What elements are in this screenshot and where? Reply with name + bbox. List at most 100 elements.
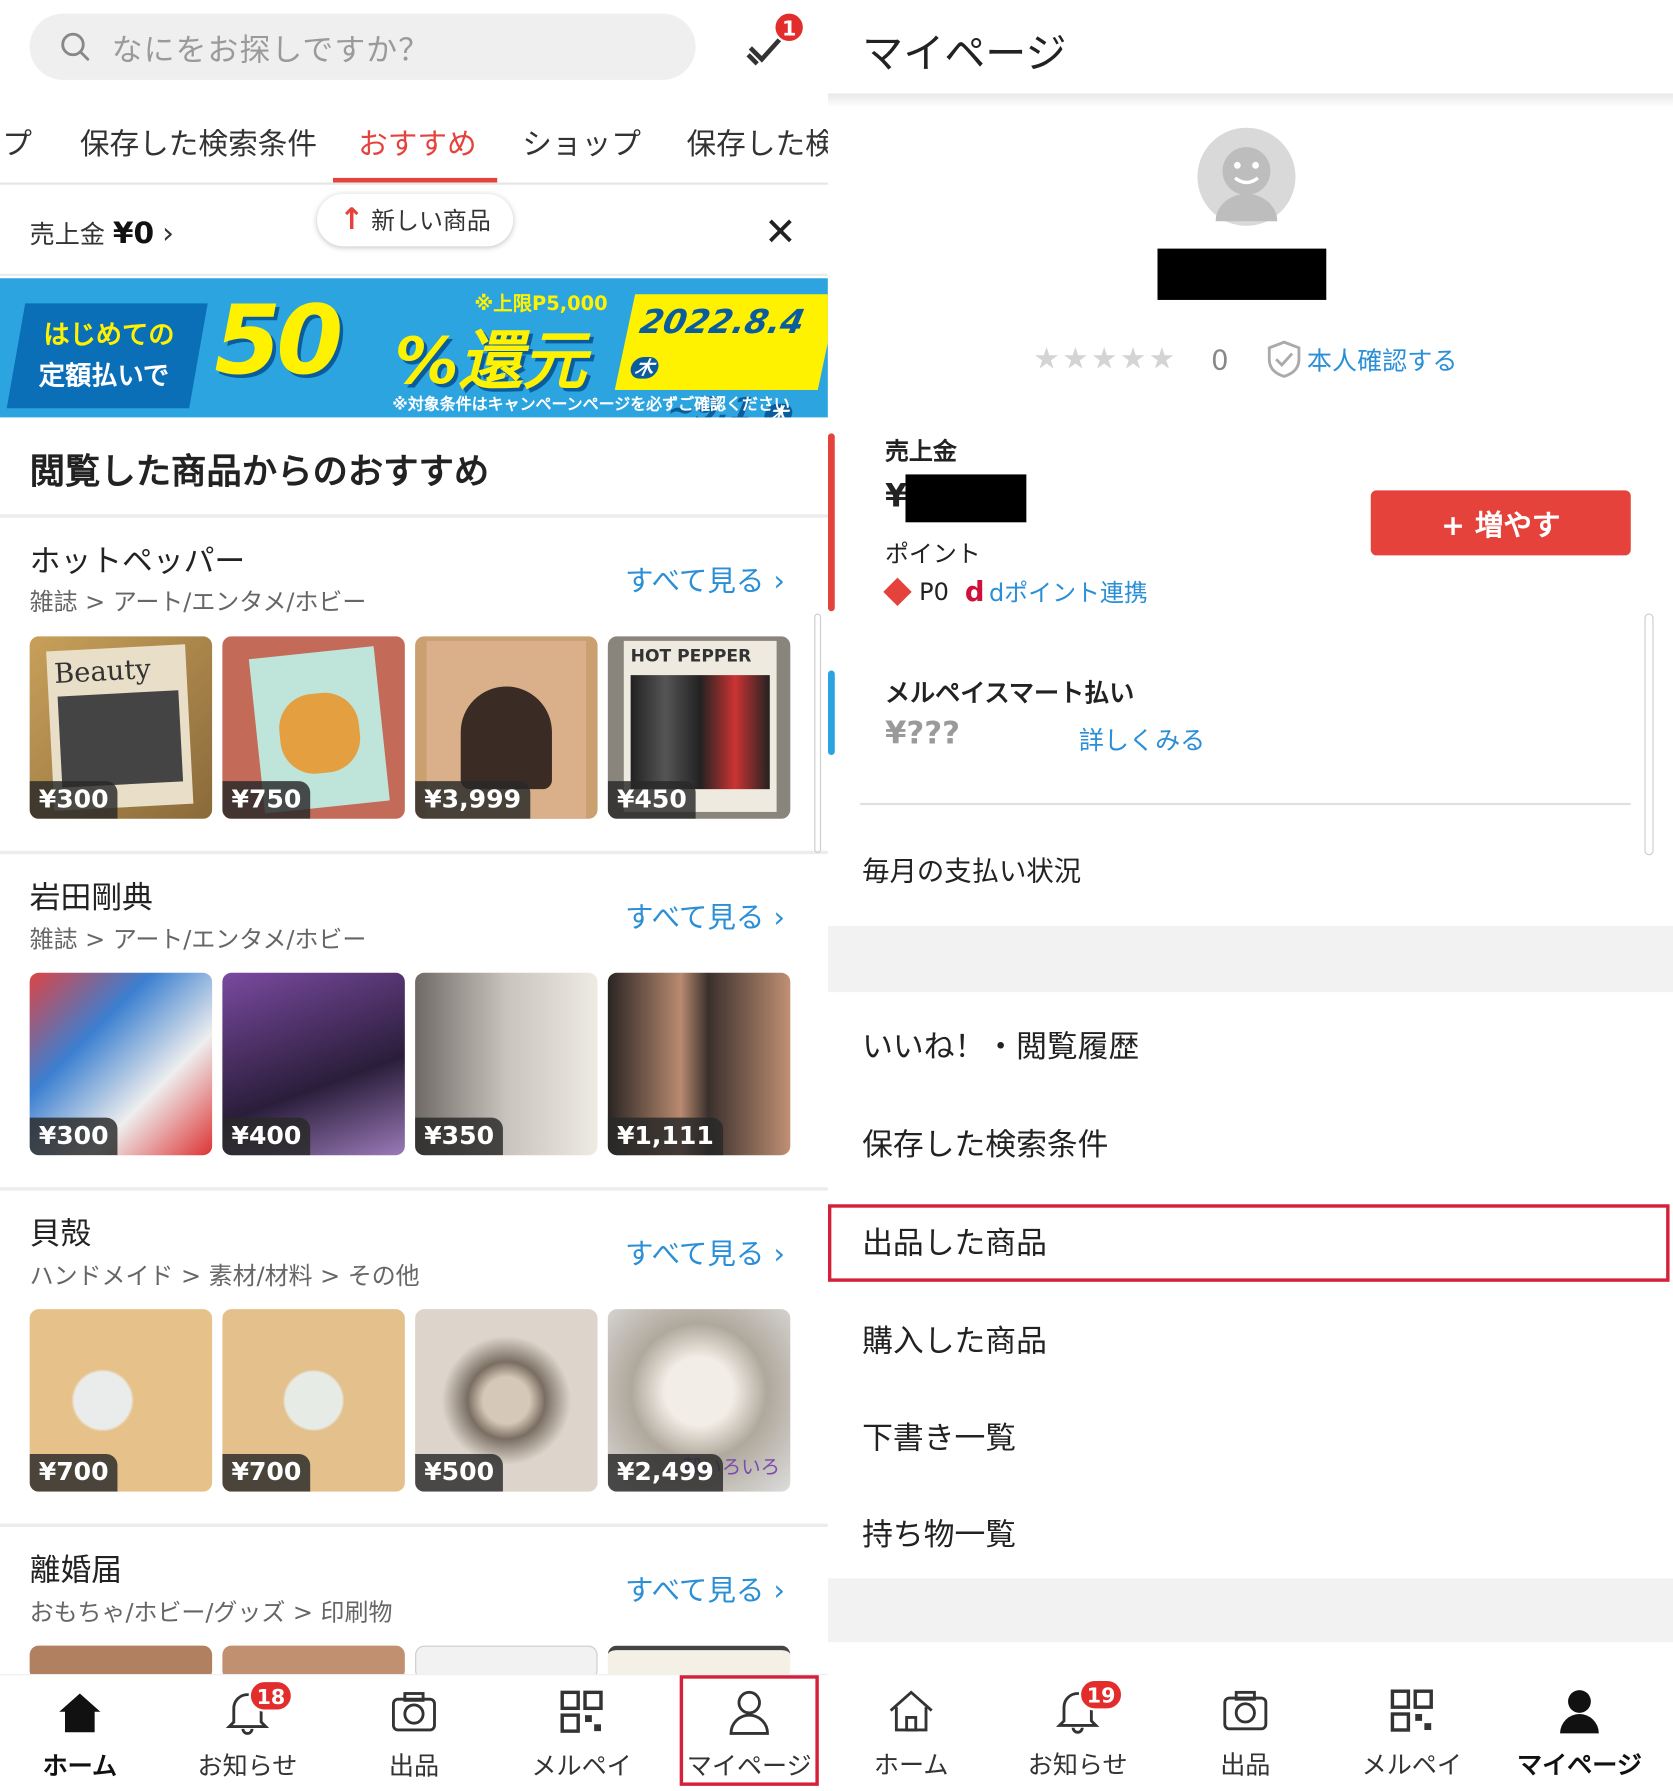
section-divider bbox=[0, 850, 828, 855]
nav-label: メルペイ bbox=[1361, 1751, 1462, 1781]
tab-recommended[interactable]: おすすめ bbox=[358, 121, 477, 163]
see-all-label: すべて見る bbox=[624, 564, 765, 598]
new-items-pill[interactable]: ↑ 新しい商品 bbox=[317, 193, 514, 247]
points-row: P0 d dポイント連携 bbox=[883, 575, 1148, 609]
menu-likes-history[interactable]: いいね！・閲覧履歴 bbox=[862, 1022, 1139, 1066]
nav-notifications[interactable]: 19 お知らせ bbox=[1004, 1678, 1152, 1781]
menu-purchased-items[interactable]: 購入した商品 bbox=[862, 1316, 1047, 1360]
points-label: ポイント bbox=[884, 540, 981, 568]
menu-belongings[interactable]: 持ち物一覧 bbox=[862, 1510, 1016, 1554]
price-tag: ¥700 bbox=[222, 1454, 311, 1492]
product-thumb[interactable]: ¥350 bbox=[415, 972, 598, 1156]
sales-label: 売上金 bbox=[29, 221, 105, 250]
price-tag: ¥700 bbox=[29, 1454, 118, 1492]
nav-label: ホーム bbox=[873, 1751, 949, 1781]
tab-saved-partial[interactable]: 保存した検 bbox=[687, 121, 828, 163]
banner-date: 2022.8.4 木 ~9.1 木 bbox=[614, 294, 828, 418]
nav-home[interactable]: ホーム bbox=[837, 1683, 985, 1781]
notification-badge: 18 bbox=[248, 1679, 294, 1712]
sales-card-accent bbox=[827, 433, 835, 612]
nav-mypage[interactable]: マイページ bbox=[1505, 1683, 1653, 1781]
todo-button[interactable]: 1 bbox=[744, 11, 806, 71]
banner-suffix: %還元 bbox=[394, 325, 587, 400]
price-tag: ¥3,999 bbox=[415, 781, 531, 819]
chevron-right-icon: › bbox=[162, 216, 175, 251]
search-bar[interactable]: なにをお探しですか？ bbox=[29, 13, 696, 80]
home-icon bbox=[889, 1690, 933, 1732]
product-thumb[interactable]: ¥700 bbox=[222, 1309, 405, 1492]
product-thumb[interactable]: 殻いろいろ ¥2,499 bbox=[607, 1309, 791, 1492]
close-icon[interactable]: ✕ bbox=[764, 210, 797, 256]
camera-icon bbox=[392, 1692, 436, 1732]
nav-sell[interactable]: 出品 bbox=[340, 1684, 488, 1782]
nav-notifications[interactable]: 18 お知らせ bbox=[173, 1679, 321, 1782]
nav-label: お知らせ bbox=[197, 1752, 298, 1782]
price-tag: ¥400 bbox=[222, 1117, 311, 1156]
menu-saved-search[interactable]: 保存した検索条件 bbox=[862, 1120, 1108, 1164]
product-thumb[interactable]: ¥700 bbox=[29, 1309, 213, 1492]
banner-date-start: 2022.8.4 bbox=[636, 302, 809, 341]
tab-shop[interactable]: ショップ bbox=[522, 121, 641, 163]
see-all-label: すべて見る bbox=[624, 1573, 765, 1607]
shield-check-icon bbox=[1267, 340, 1301, 378]
section-name: 岩田剛典 bbox=[29, 880, 153, 916]
product-thumb[interactable]: HOT PEPPER ¥450 bbox=[607, 636, 791, 819]
smiley-icon bbox=[1215, 147, 1278, 222]
chevron-right-icon: › bbox=[773, 564, 785, 598]
smartpay-label: メルペイスマート払い bbox=[884, 679, 1135, 709]
dpoint-link[interactable]: dポイント連携 bbox=[989, 575, 1148, 609]
smartpay-accent bbox=[827, 670, 835, 755]
see-all-link[interactable]: すべて見る › bbox=[625, 559, 785, 600]
product-thumb[interactable]: ¥1,111 bbox=[607, 972, 791, 1156]
avatar[interactable] bbox=[1197, 127, 1296, 226]
price-tag: ¥500 bbox=[415, 1454, 504, 1492]
banner-day-1: 木 bbox=[628, 356, 661, 379]
see-all-label: すべて見る bbox=[624, 900, 765, 934]
product-thumb[interactable]: Beauty ¥300 bbox=[29, 636, 213, 819]
banner-big-number: 50 bbox=[214, 283, 343, 396]
detail-link[interactable]: 詳しくみる bbox=[1079, 721, 1205, 757]
price-tag: ¥350 bbox=[415, 1117, 504, 1156]
price-tag: ¥750 bbox=[222, 781, 311, 819]
section-category: おもちゃ/ホビー/グッズ > 印刷物 bbox=[29, 1598, 393, 1627]
tab-partial-left[interactable]: プ bbox=[2, 121, 32, 163]
product-thumb[interactable]: ¥400 bbox=[222, 972, 405, 1156]
campaign-banner[interactable]: はじめての 定額払いで 50 %還元 ※上限P5,000 2022.8.4 木 … bbox=[0, 278, 828, 418]
nav-label: ホーム bbox=[42, 1752, 118, 1782]
product-thumb[interactable]: ¥500 bbox=[415, 1309, 598, 1492]
menu-drafts[interactable]: 下書き一覧 bbox=[862, 1413, 1016, 1457]
increase-button[interactable]: + 増やす bbox=[1370, 490, 1631, 556]
active-tab-indicator bbox=[332, 177, 498, 183]
tab-bar: プ 保存した検索条件 おすすめ ショップ 保存した検 bbox=[0, 105, 828, 185]
sales-value: ¥0 bbox=[112, 216, 155, 251]
right-screen: マイページ ★★★★★ 0 本人確認する 売上金 ¥ + 増やす ポイント P0… bbox=[827, 0, 1673, 1789]
nav-merpay[interactable]: メルペイ bbox=[1338, 1683, 1486, 1781]
chevron-right-icon: › bbox=[773, 1573, 785, 1607]
product-thumb[interactable]: ¥300 bbox=[29, 972, 213, 1156]
see-all-link[interactable]: すべて見る › bbox=[625, 1568, 785, 1609]
search-placeholder: なにをお探しですか？ bbox=[111, 32, 431, 68]
monthly-payment-link[interactable]: 毎月の支払い状況 bbox=[862, 848, 1081, 888]
verify-identity-link[interactable]: 本人確認する bbox=[1266, 340, 1457, 379]
see-all-link[interactable]: すべて見る › bbox=[625, 1232, 785, 1273]
scrollbar[interactable] bbox=[1644, 613, 1654, 856]
todo-badge: 1 bbox=[773, 11, 806, 44]
nav-label: メルペイ bbox=[531, 1752, 632, 1782]
product-thumb[interactable]: ¥3,999 bbox=[415, 636, 598, 819]
scrollbar[interactable] bbox=[814, 613, 822, 854]
product-thumb[interactable]: ¥750 bbox=[222, 636, 405, 819]
sales-yen: ¥ bbox=[884, 476, 908, 515]
cover-photo bbox=[630, 675, 770, 790]
tab-saved-search[interactable]: 保存した検索条件 bbox=[80, 121, 317, 163]
section-category: 雑誌 > アート/エンタメ/ホビー bbox=[29, 926, 367, 954]
nav-label: お知らせ bbox=[1027, 1751, 1128, 1781]
left-screen: なにをお探しですか？ 1 プ 保存した検索条件 おすすめ ショップ 保存した検 … bbox=[0, 0, 828, 1789]
nav-sell[interactable]: 出品 bbox=[1171, 1683, 1319, 1781]
section-gap bbox=[827, 1578, 1673, 1643]
cover-title: HOT PEPPER bbox=[630, 645, 752, 666]
nav-home[interactable]: ホーム bbox=[6, 1684, 154, 1782]
nav-merpay[interactable]: メルペイ bbox=[507, 1684, 655, 1782]
section-category: 雑誌 > アート/エンタメ/ホビー bbox=[29, 588, 367, 616]
see-all-link[interactable]: すべて見る › bbox=[625, 895, 785, 936]
sales-link[interactable]: 売上金 ¥0 › bbox=[29, 214, 175, 251]
